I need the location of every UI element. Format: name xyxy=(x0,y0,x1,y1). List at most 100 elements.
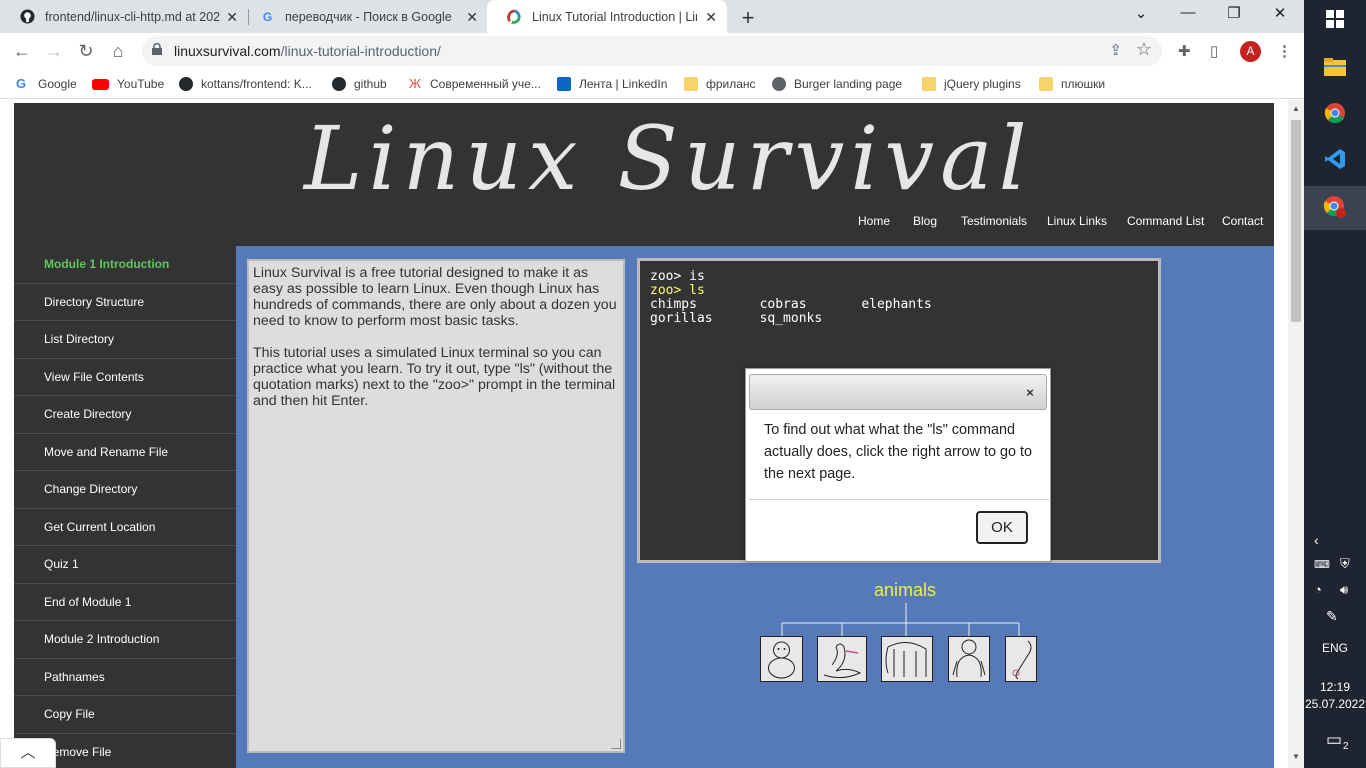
security-shield-icon[interactable]: ⛨ xyxy=(1340,556,1350,572)
close-tab-icon[interactable]: ✕ xyxy=(226,9,238,26)
bookmark-github[interactable]: github xyxy=(332,77,387,91)
resize-handle[interactable] xyxy=(611,739,621,749)
sidebar-item-change-directory[interactable]: Change Directory xyxy=(14,471,236,509)
clock-date[interactable]: 25.07.2022 xyxy=(1304,697,1366,711)
scroll-up-arrow-icon[interactable]: ▲ xyxy=(1292,104,1300,113)
chrome-profile-icon[interactable] xyxy=(1320,192,1350,222)
sidebar-item-create-directory[interactable]: Create Directory xyxy=(14,396,236,434)
restore-button[interactable]: ❐ xyxy=(1211,4,1257,22)
share-icon[interactable]: ⇪ xyxy=(1109,41,1122,59)
linuxsurvival-icon xyxy=(507,9,522,24)
tab-google-search[interactable]: G переводчик - Поиск в Google ✕ xyxy=(240,0,488,33)
forward-button[interactable]: → xyxy=(42,41,66,62)
profile-avatar[interactable]: A xyxy=(1240,41,1261,62)
back-button[interactable]: ← xyxy=(10,41,34,62)
tab-github[interactable]: frontend/linux-cli-http.md at 202 ✕ xyxy=(0,0,248,33)
file-explorer-icon[interactable] xyxy=(1320,52,1350,82)
terminal-prompt-line: zoo> ls xyxy=(650,283,705,298)
chimp-icon[interactable] xyxy=(760,636,803,682)
bookmark-linkedin[interactable]: Лента | LinkedIn xyxy=(557,77,667,91)
browser-toolbar: ← → ↻ ⌂ linuxsurvival.com/linux-tutorial… xyxy=(0,33,1304,70)
minimize-button[interactable]: — xyxy=(1165,4,1211,21)
nav-testimonials[interactable]: Testimonials xyxy=(961,214,1027,228)
language-indicator[interactable]: ENG xyxy=(1304,641,1366,655)
volume-icon[interactable]: 🔊︎ xyxy=(1340,582,1348,598)
tab-search-button[interactable]: ⌄ xyxy=(1118,4,1164,22)
sidebar-item-directory-structure[interactable]: Directory Structure xyxy=(14,284,236,321)
vscode-icon[interactable] xyxy=(1320,144,1350,174)
dialog-ok-button[interactable]: OK xyxy=(976,511,1028,544)
terminal-line: zoo> is xyxy=(650,269,705,284)
bookmark-star-icon[interactable]: ☆ xyxy=(1136,39,1152,60)
extensions-icon[interactable]: ✚ xyxy=(1178,42,1191,60)
site-header: Linux Survival Home Blog Testimonials Li… xyxy=(14,103,1274,246)
close-tab-icon[interactable]: ✕ xyxy=(705,9,717,26)
linkedin-icon xyxy=(557,77,571,91)
sidebar-item-module-1-intro[interactable]: Module 1 Introduction xyxy=(14,246,236,284)
globe-icon xyxy=(772,77,786,91)
github-icon xyxy=(20,9,35,24)
bookmark-folder-jquery[interactable]: jQuery plugins xyxy=(922,77,1021,91)
scroll-to-top-button[interactable]: ︿ xyxy=(0,738,56,768)
sidebar-item-get-current-location[interactable]: Get Current Location xyxy=(14,509,236,546)
sidebar-item-view-file-contents[interactable]: View File Contents xyxy=(14,359,236,396)
sidebar-item-move-rename-file[interactable]: Move and Rename File xyxy=(14,434,236,471)
sidebar: Module 1 Introduction Directory Structur… xyxy=(14,246,236,768)
squirrel-monkey-icon[interactable] xyxy=(1005,636,1037,682)
sidebar-item-end-module-1[interactable]: End of Module 1 xyxy=(14,584,236,621)
menu-icon[interactable]: ⋮ xyxy=(1277,42,1292,60)
sidebar-item-list-directory[interactable]: List Directory xyxy=(14,321,236,359)
site-logo[interactable]: Linux Survival xyxy=(304,107,1033,210)
dialog-divider xyxy=(749,499,1049,500)
tab-linux-survival[interactable]: Linux Tutorial Introduction | Linu ✕ xyxy=(487,0,727,33)
new-tab-button[interactable]: + xyxy=(737,5,759,31)
bookmark-kottans[interactable]: kottans/frontend: K... xyxy=(179,77,312,91)
home-button[interactable]: ⌂ xyxy=(106,41,130,62)
chrome-icon[interactable] xyxy=(1320,98,1350,128)
address-bar[interactable]: linuxsurvival.com/linux-tutorial-introdu… xyxy=(142,36,1162,66)
gorilla-icon[interactable] xyxy=(948,636,990,682)
close-window-button[interactable]: ✕ xyxy=(1257,4,1303,22)
nav-blog[interactable]: Blog xyxy=(913,214,937,228)
close-tab-icon[interactable]: ✕ xyxy=(466,9,478,26)
page-scrollbar[interactable]: ▲ ▼ xyxy=(1288,100,1304,768)
bookmark-folder-plushki[interactable]: плюшки xyxy=(1039,77,1105,91)
bookmark-folder-freelance[interactable]: фриланс xyxy=(684,77,756,91)
url-text: linuxsurvival.com/linux-tutorial-introdu… xyxy=(174,43,441,59)
nav-home[interactable]: Home xyxy=(858,214,890,228)
wifi-icon[interactable]: ◔ xyxy=(1314,582,1322,597)
javascript-info-icon: Ж xyxy=(408,76,421,91)
scrollbar-thumb[interactable] xyxy=(1291,120,1301,322)
web-page: Linux Survival Home Blog Testimonials Li… xyxy=(0,100,1288,768)
bookmark-burger-landing[interactable]: Burger landing page xyxy=(772,77,902,91)
keyboard-icon[interactable]: ⌨ xyxy=(1314,558,1330,571)
sidebar-item-quiz-1[interactable]: Quiz 1 xyxy=(14,546,236,584)
nav-command-list[interactable]: Command List xyxy=(1127,214,1204,228)
reload-button[interactable]: ↻ xyxy=(74,41,98,62)
notifications-icon[interactable]: ▭ xyxy=(1326,730,1342,750)
nav-contact[interactable]: Contact xyxy=(1222,214,1263,228)
pen-icon[interactable]: ✎ xyxy=(1326,608,1338,625)
clock-time[interactable]: 12:19 xyxy=(1304,680,1366,694)
scroll-down-arrow-icon[interactable]: ▼ xyxy=(1292,752,1300,761)
folder-icon xyxy=(922,77,936,91)
sidebar-item-module-2-intro[interactable]: Module 2 Introduction xyxy=(14,621,236,659)
dialog-titlebar[interactable]: × xyxy=(749,374,1047,410)
bookmark-youtube[interactable]: YouTube xyxy=(92,77,164,91)
elephant-icon[interactable] xyxy=(881,636,933,682)
chevron-up-icon: ︿ xyxy=(20,744,36,761)
terminal-output: chimps cobras elephants gorillas sq_monk… xyxy=(650,297,932,326)
windows-start-icon[interactable] xyxy=(1320,4,1350,34)
bookmark-google[interactable]: G Google xyxy=(16,77,77,92)
sidebar-item-copy-file[interactable]: Copy File xyxy=(14,696,236,734)
sidebar-item-pathnames[interactable]: Pathnames xyxy=(14,659,236,696)
lesson-text-box[interactable]: Linux Survival is a free tutorial design… xyxy=(247,259,625,753)
bookmark-javascript-info[interactable]: Ж Современный уче... xyxy=(408,76,541,92)
cobra-icon[interactable] xyxy=(817,636,867,682)
lesson-paragraph-2: This tutorial uses a simulated Linux ter… xyxy=(253,345,616,409)
chevron-left-icon[interactable]: ‹ xyxy=(1314,532,1319,548)
side-panel-icon[interactable]: ▯ xyxy=(1210,42,1218,60)
nav-linux-links[interactable]: Linux Links xyxy=(1047,214,1107,228)
notification-count: 2 xyxy=(1343,741,1349,752)
dialog-close-button[interactable]: × xyxy=(1022,385,1038,401)
